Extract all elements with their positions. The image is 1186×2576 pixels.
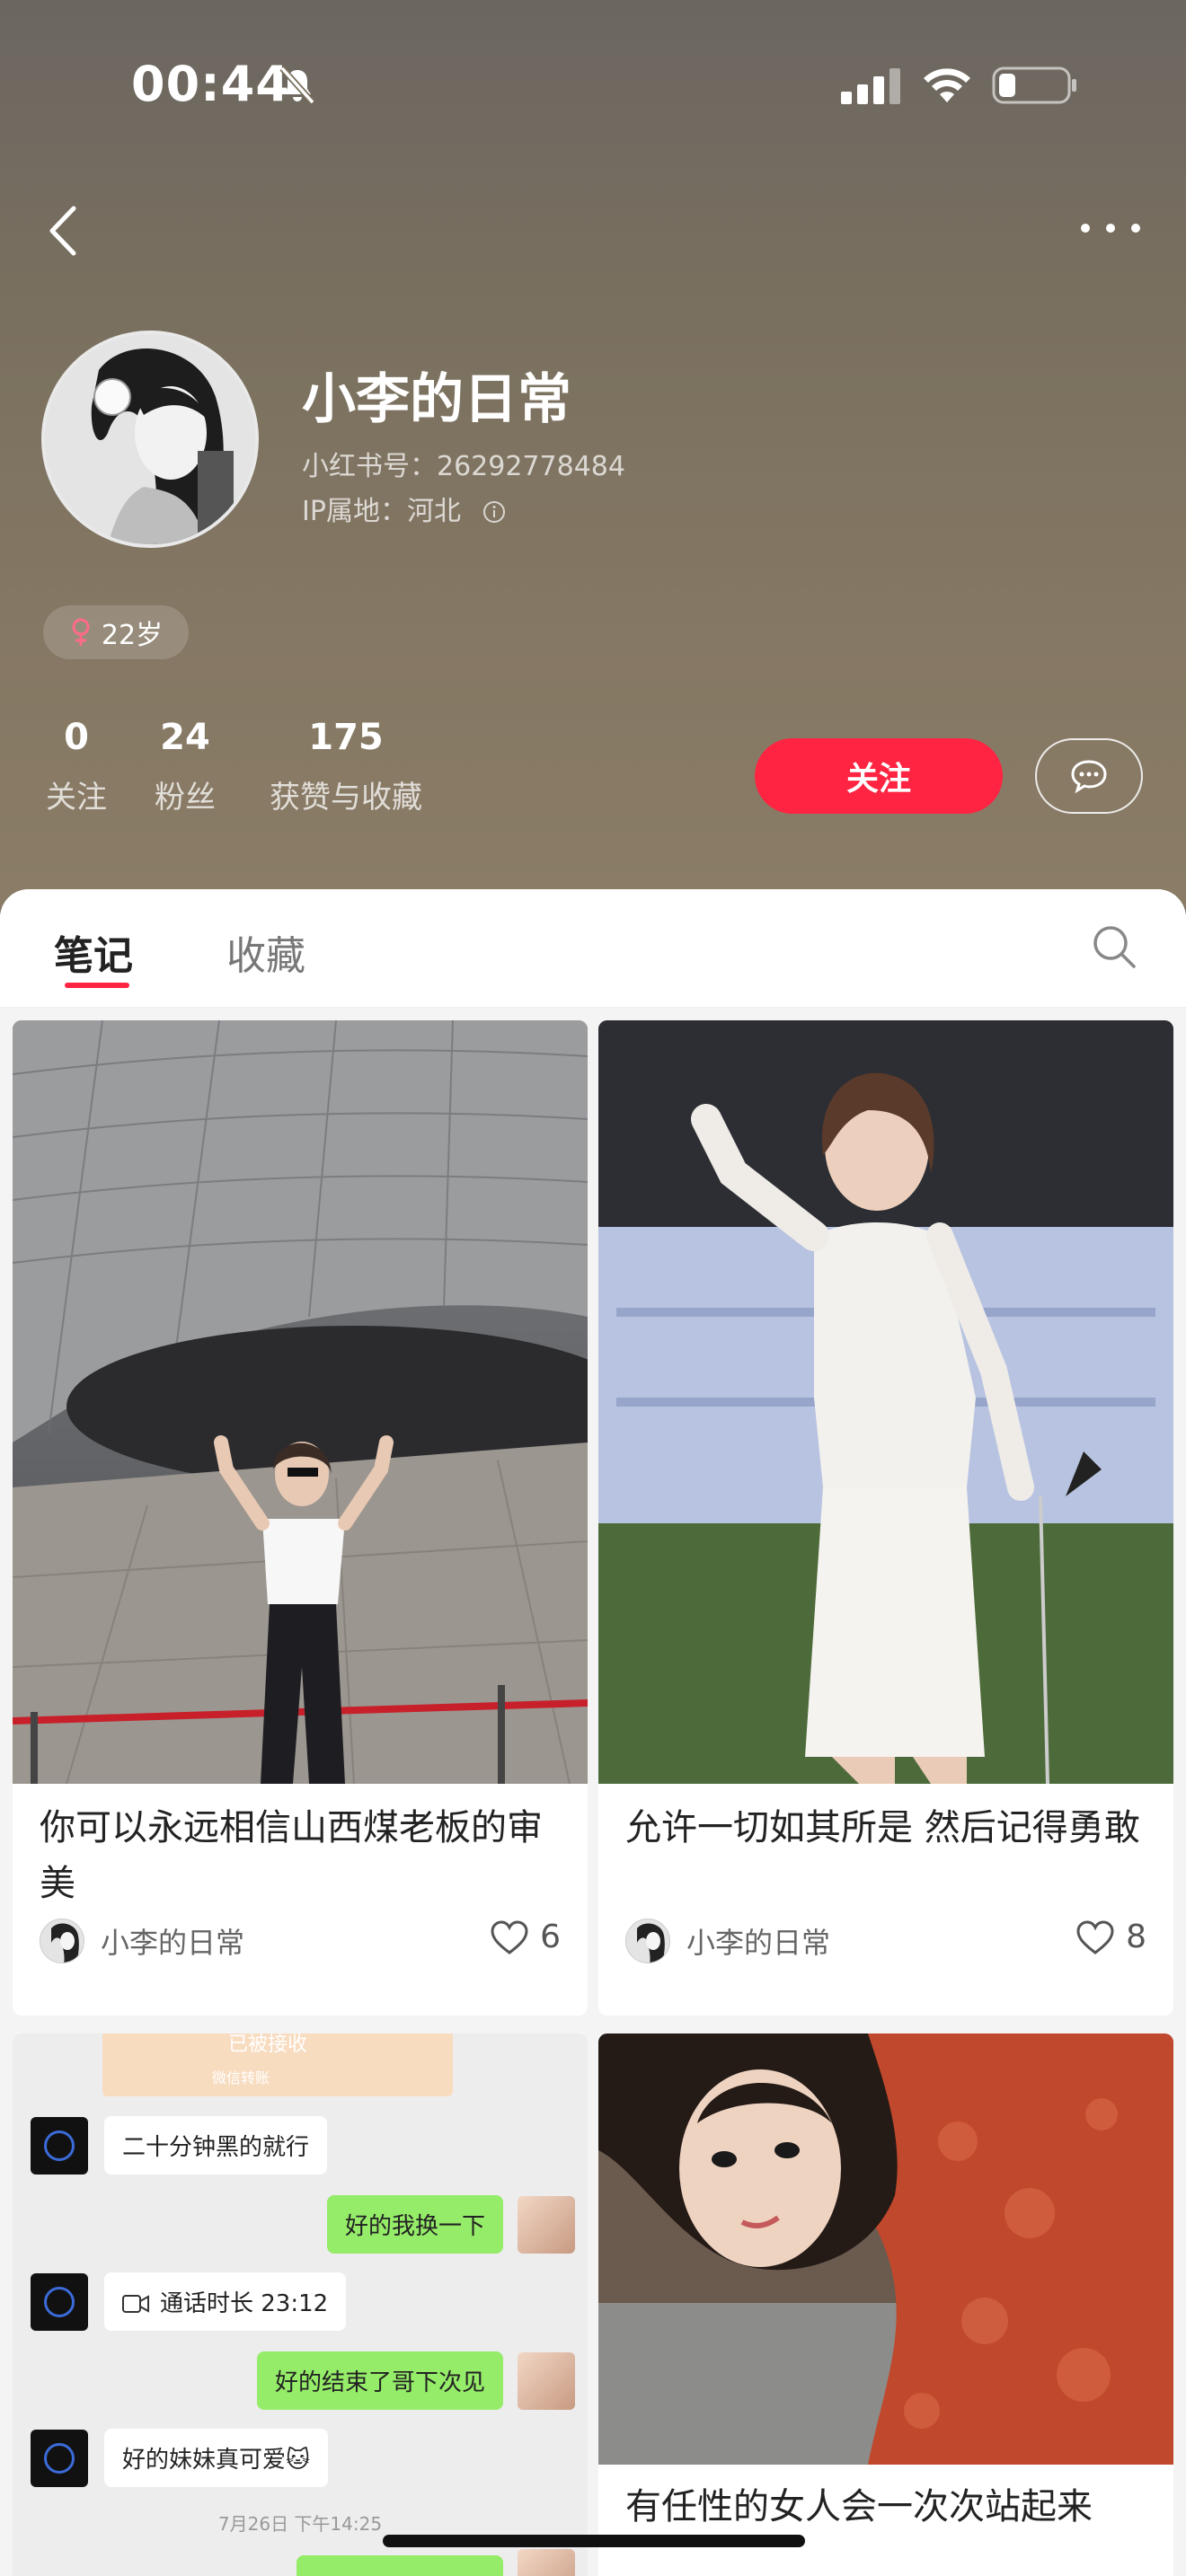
cellular-signal-icon xyxy=(841,68,900,104)
note-card[interactable]: 你可以永远相信山西煤老板的审美 小李的日常 6 xyxy=(13,1020,588,2016)
like-button[interactable]: 6 xyxy=(490,1919,561,1955)
tabs-bar: 笔记 收藏 xyxy=(0,889,1186,1008)
stat-likes-collects[interactable]: 175 获赞与收藏 xyxy=(264,717,428,816)
tab-notes[interactable]: 笔记 xyxy=(54,923,133,981)
transfer-label: 微信转账 xyxy=(212,2069,270,2086)
tab-collections[interactable]: 收藏 xyxy=(226,923,305,981)
search-icon[interactable] xyxy=(1091,923,1137,970)
stat-value: 24 xyxy=(160,717,210,758)
note-card[interactable]: 允许一切如其所是 然后记得勇敢 小李的日常 8 xyxy=(598,1020,1173,2016)
author-avatar xyxy=(625,1919,670,1963)
heart-icon xyxy=(1076,1919,1114,1954)
note-title: 有任性的女人会一次次站起来 xyxy=(625,2486,1093,2527)
chat-bubble: 好的我换一下 xyxy=(326,2195,503,2254)
stat-value: 175 xyxy=(308,717,384,758)
status-bar: 00:44 xyxy=(0,0,1186,171)
note-card[interactable]: 有任性的女人会一次次站起来 xyxy=(598,2033,1173,2576)
avatar-illustration xyxy=(45,334,255,544)
heart-icon xyxy=(491,1919,528,1954)
note-author[interactable]: 小李的日常 xyxy=(625,1919,830,1963)
info-icon[interactable] xyxy=(482,500,506,524)
note-cover-image xyxy=(598,2033,1173,2465)
profile-name: 小李的日常 xyxy=(302,368,571,431)
profile-avatar[interactable] xyxy=(41,331,259,548)
stat-label: 获赞与收藏 xyxy=(270,780,422,816)
note-cover-image xyxy=(13,1020,588,1784)
call-duration: 通话时长 23:12 xyxy=(160,2290,329,2317)
user-avatar xyxy=(518,2351,575,2410)
user-avatar xyxy=(518,2549,575,2576)
chat-message-in: 通话时长 23:12 xyxy=(31,2272,347,2331)
stat-followers[interactable]: 24 粉丝 xyxy=(149,717,221,816)
author-name: 小李的日常 xyxy=(101,1926,245,1960)
note-author[interactable]: 小李的日常 xyxy=(40,1919,244,1963)
active-tab-indicator xyxy=(65,983,129,988)
back-chevron-icon[interactable] xyxy=(40,199,90,262)
note-title: 你可以永远相信山西煤老板的审美 xyxy=(40,1807,543,1904)
chat-bubble: 通话时长 23:12 xyxy=(104,2272,347,2331)
transfer-card: 已被接收 微信转账 xyxy=(102,2033,453,2096)
profile-ip-location: IP属地：河北 xyxy=(302,489,506,528)
note-cover-image xyxy=(598,1020,1173,1784)
user-avatar xyxy=(518,2195,575,2254)
chat-timestamp: 7月26日 下午14:25 xyxy=(217,2513,383,2535)
stat-value: 0 xyxy=(64,717,89,758)
chat-message-in: 二十分钟黑的就行 xyxy=(31,2116,328,2175)
chat-message-in: 好的妹妹真可爱🐱 xyxy=(31,2429,329,2487)
stat-label: 关注 xyxy=(46,780,107,816)
age-text: 22岁 xyxy=(101,620,164,651)
contact-avatar xyxy=(31,2116,88,2175)
chat-message-out: 好的我换一下 xyxy=(326,2195,575,2254)
contact-avatar xyxy=(31,2272,88,2331)
stat-following[interactable]: 0 关注 xyxy=(41,717,111,816)
follow-button[interactable]: 关注 xyxy=(755,738,1003,814)
chat-message-out xyxy=(296,2549,575,2576)
notes-sheet: 笔记 收藏 你可以永远相信山西煤老板的审美 小李的日常 6 允许一切如其所是 然… xyxy=(0,889,1186,2576)
message-button[interactable] xyxy=(1035,738,1143,814)
transfer-status: 已被接收 xyxy=(228,2033,308,2056)
author-avatar xyxy=(40,1919,84,1963)
stat-label: 粉丝 xyxy=(155,780,216,816)
ip-location-text: IP属地：河北 xyxy=(302,496,461,527)
video-call-icon xyxy=(122,2295,149,2313)
chat-screenshot-cover: 已被接收 微信转账 二十分钟黑的就行 好的我换一下 通话时长 23:12 好的结… xyxy=(13,2033,588,2576)
like-count: 8 xyxy=(1126,1919,1146,1955)
bell-slash-icon xyxy=(279,66,315,105)
profile-id[interactable]: 小红书号：26292778484 xyxy=(302,444,625,483)
chat-bubble: 二十分钟黑的就行 xyxy=(104,2116,328,2175)
age-badge: 22岁 xyxy=(43,605,189,659)
chat-message-out: 好的结束了哥下次见 xyxy=(256,2351,575,2410)
like-count: 6 xyxy=(540,1919,561,1955)
female-icon xyxy=(72,618,90,646)
wifi-icon xyxy=(924,68,970,102)
contact-avatar xyxy=(31,2429,88,2487)
profile-page: 00:44 小李的日常 小红书号：26292778484 IP属地：河北 22岁… xyxy=(0,0,1186,2576)
more-horizontal-icon[interactable] xyxy=(1075,212,1146,244)
author-name: 小李的日常 xyxy=(686,1926,831,1960)
home-indicator[interactable] xyxy=(383,2535,805,2547)
status-time: 00:44 xyxy=(131,56,290,112)
chat-bubble-icon xyxy=(1071,760,1107,794)
chat-bubble xyxy=(296,2555,503,2576)
like-button[interactable]: 8 xyxy=(1075,1919,1146,1955)
chat-bubble: 好的妹妹真可爱🐱 xyxy=(104,2429,329,2487)
battery-icon xyxy=(992,66,1076,104)
note-card[interactable]: 已被接收 微信转账 二十分钟黑的就行 好的我换一下 通话时长 23:12 好的结… xyxy=(13,2033,588,2576)
note-title: 允许一切如其所是 然后记得勇敢 xyxy=(625,1807,1140,1848)
chat-bubble: 好的结束了哥下次见 xyxy=(256,2351,503,2410)
